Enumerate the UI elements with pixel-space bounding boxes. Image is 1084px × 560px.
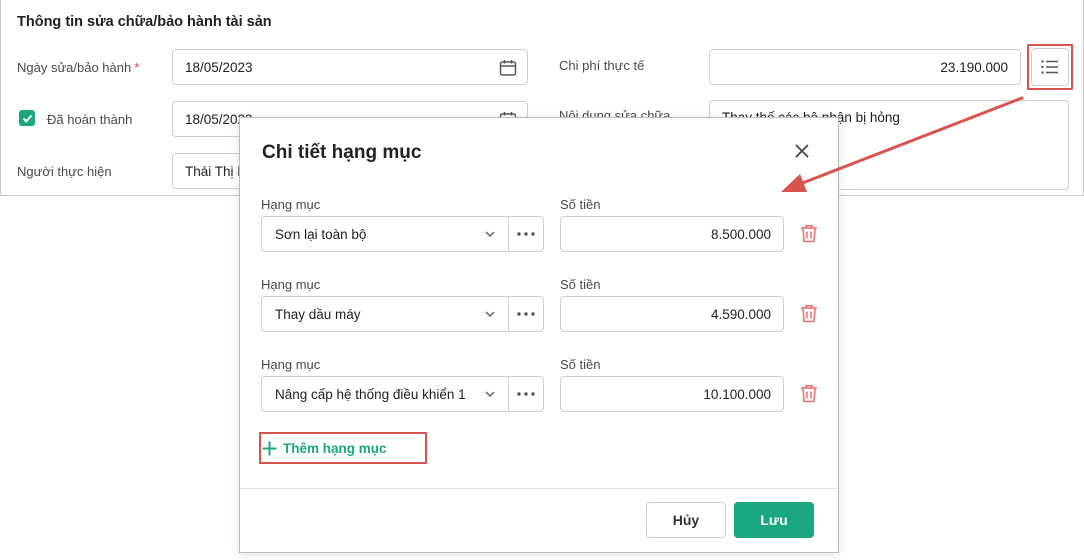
actual-cost-label: Chi phí thực tế <box>559 58 645 73</box>
list-icon <box>1041 60 1058 74</box>
item-select-value: Sơn lại toàn bộ <box>275 226 367 242</box>
amount-input[interactable]: 8.500.000 <box>560 216 784 252</box>
more-icon <box>517 392 535 396</box>
amount-value: 4.590.000 <box>710 306 771 322</box>
cancel-button[interactable]: Hủy <box>646 502 726 538</box>
completed-checkbox[interactable] <box>19 110 35 126</box>
actual-cost-value: 23.190.000 <box>940 59 1008 75</box>
chevron-down-icon <box>485 311 495 318</box>
amount-label: Số tiền <box>560 357 601 372</box>
item-label: Hạng mục <box>261 197 321 212</box>
check-icon <box>22 114 32 123</box>
item-select[interactable]: Thay dầu máy <box>261 296 509 332</box>
amount-input[interactable]: 10.100.000 <box>560 376 784 412</box>
repair-date-label-text: Ngày sửa/bảo hành <box>17 60 132 75</box>
add-item-label: Thêm hạng mục <box>283 440 387 456</box>
chevron-down-icon <box>485 391 495 398</box>
close-button[interactable] <box>792 141 812 161</box>
item-select[interactable]: Nâng cấp hệ thống điều khiển 1 <box>261 376 509 412</box>
repair-date-label: Ngày sửa/bảo hành * <box>17 60 139 75</box>
item-row: Hạng mục Số tiền Thay dầu máy 4.590.000 <box>240 277 840 347</box>
more-icon <box>517 312 535 316</box>
cost-details-button[interactable] <box>1031 48 1069 86</box>
amount-label: Số tiền <box>560 197 601 212</box>
plus-icon <box>262 441 277 455</box>
chevron-down-icon <box>485 231 495 238</box>
trash-icon[interactable] <box>800 304 818 323</box>
repair-date-input[interactable]: 18/05/2023 <box>172 49 528 85</box>
performer-label: Người thực hiện <box>17 164 112 179</box>
item-select-value: Thay dầu máy <box>275 306 361 322</box>
trash-icon[interactable] <box>800 224 818 243</box>
required-mark: * <box>134 60 140 75</box>
dialog-title: Chi tiết hạng mục <box>262 142 422 163</box>
form-title: Thông tin sửa chữa/bảo hành tài sản <box>17 14 272 30</box>
performer-value: Thái Thị H <box>185 163 248 179</box>
close-icon <box>795 144 809 158</box>
item-row: Hạng mục Số tiền Sơn lại toàn bộ 8.500.0… <box>240 197 840 267</box>
item-label: Hạng mục <box>261 277 321 292</box>
amount-value: 10.100.000 <box>703 386 771 402</box>
item-details-dialog: Chi tiết hạng mục Hạng mục Số tiền Sơn l… <box>239 117 839 553</box>
save-button[interactable]: Lưu <box>734 502 814 538</box>
actual-cost-input[interactable]: 23.190.000 <box>709 49 1021 85</box>
footer-divider <box>240 488 838 489</box>
more-options-button[interactable] <box>508 376 544 412</box>
item-select-value: Nâng cấp hệ thống điều khiển 1 <box>275 386 466 402</box>
item-select[interactable]: Sơn lại toàn bộ <box>261 216 509 252</box>
more-options-button[interactable] <box>508 216 544 252</box>
trash-icon[interactable] <box>800 384 818 403</box>
item-label: Hạng mục <box>261 357 321 372</box>
more-icon <box>517 232 535 236</box>
amount-label: Số tiền <box>560 277 601 292</box>
amount-value: 8.500.000 <box>710 226 771 242</box>
item-row: Hạng mục Số tiền Nâng cấp hệ thống điều … <box>240 357 840 427</box>
add-item-button[interactable]: Thêm hạng mục <box>262 434 387 462</box>
amount-input[interactable]: 4.590.000 <box>560 296 784 332</box>
calendar-icon[interactable] <box>499 59 517 77</box>
repair-date-value: 18/05/2023 <box>185 59 253 75</box>
completed-label: Đã hoàn thành <box>47 112 133 127</box>
more-options-button[interactable] <box>508 296 544 332</box>
